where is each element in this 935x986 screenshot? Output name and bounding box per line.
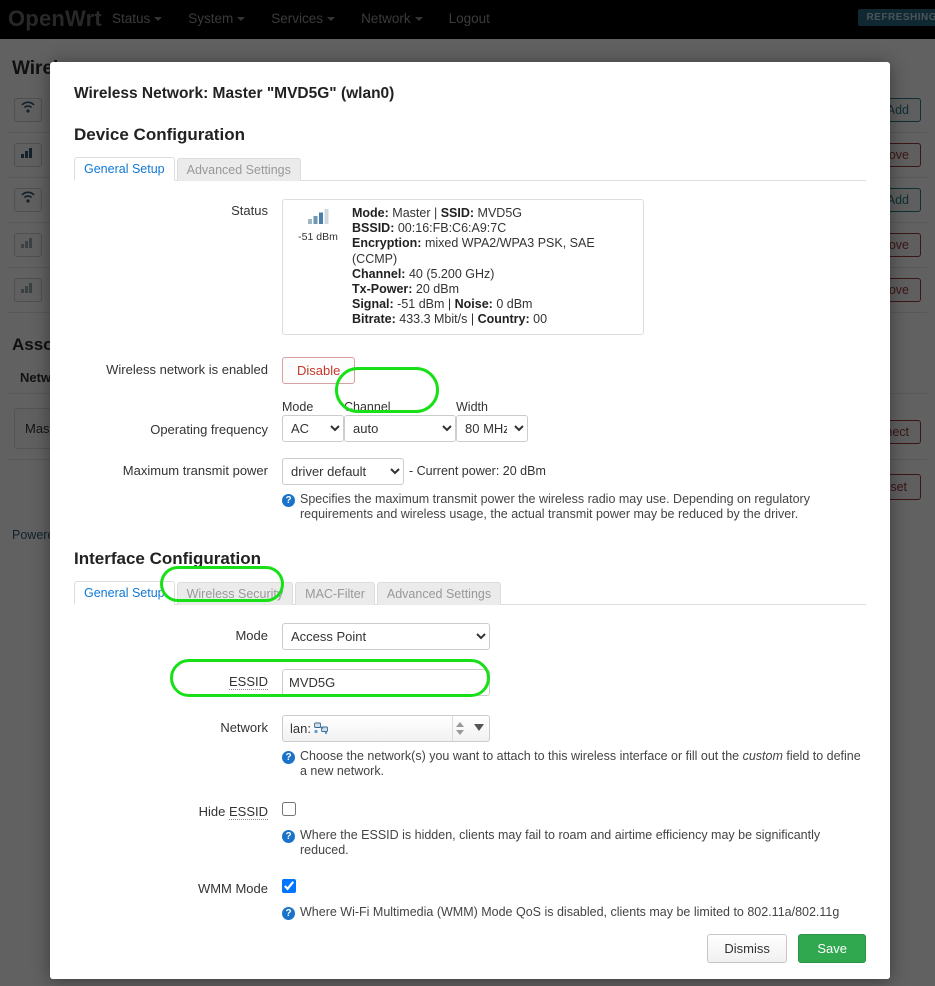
help-icon[interactable]: ?	[282, 829, 295, 843]
dismiss-button[interactable]: Dismiss	[707, 934, 787, 963]
channel-label: Channel	[344, 399, 391, 414]
wmm-mode-checkbox[interactable]	[282, 878, 296, 893]
status-line-mode: Mode: Master | SSID: MVD5G	[352, 206, 522, 220]
width-label: Width	[456, 399, 488, 414]
network-value: lan:	[290, 720, 311, 736]
essid-label: ESSID	[228, 673, 268, 690]
device-configuration-title: Device Configuration	[74, 125, 245, 144]
save-button[interactable]: Save	[798, 934, 866, 963]
frequency-mode-select[interactable]: AC	[282, 414, 344, 442]
max-transmit-power-label: Maximum transmit power	[122, 462, 268, 478]
disable-button[interactable]: Disable	[282, 356, 356, 384]
mode-label: Mode	[282, 399, 314, 414]
wireless-config-modal: Wireless Network: Master "MVD5G" (wlan0)…	[50, 62, 890, 979]
modal-footer: Dismiss Save	[50, 920, 890, 979]
signal-bars-icon	[308, 209, 329, 224]
network-label: Network	[220, 719, 268, 735]
current-power-text: - Current power: 20 dBm	[409, 464, 546, 479]
tab-mac-filter[interactable]: MAC-Filter	[295, 581, 375, 605]
channel-width-select[interactable]: 80 MHz	[456, 414, 528, 442]
tab-interface-advanced-settings[interactable]: Advanced Settings	[376, 581, 502, 605]
essid-input[interactable]	[282, 668, 490, 696]
status-line-channel: Channel: 40 (5.200 GHz)	[352, 266, 495, 281]
interface-mode-select[interactable]: Access Point	[282, 622, 490, 650]
status-line-bitrate: Bitrate: 433.3 Mbit/s | Country: 00	[352, 312, 548, 327]
network-computers-icon	[314, 722, 328, 734]
channel-select[interactable]: auto	[344, 414, 456, 442]
hide-essid-hint: Where the ESSID is hidden, clients may f…	[300, 827, 821, 858]
network-hint: Choose the network(s) you want to attach…	[300, 748, 861, 779]
tab-interface-general-setup[interactable]: General Setup	[74, 580, 175, 605]
status-line-txpower: Tx-Power: 20 dBm	[352, 282, 460, 297]
status-label: Status	[231, 203, 268, 218]
help-icon[interactable]: ?	[282, 906, 295, 920]
signal-indicator: -51 dBm	[292, 206, 344, 328]
interface-configuration-title: Interface Configuration	[74, 548, 262, 568]
modal-title: Wireless Network: Master "MVD5G" (wlan0)	[74, 85, 395, 102]
network-spinner[interactable]	[452, 715, 467, 741]
operating-frequency-label: Operating frequency	[150, 421, 268, 437]
status-details: Mode: Master | SSID: MVD5G BSSID: 00:16:…	[352, 206, 634, 328]
interface-tabs: General Setup Wireless Security MAC-Filt…	[74, 579, 866, 605]
tab-device-general-setup[interactable]: General Setup	[74, 157, 175, 181]
chevron-down-icon	[456, 729, 464, 735]
status-line-encryption: Encryption: mixed WPA2/WPA3 PSK, SAE (CC…	[352, 236, 595, 266]
help-icon[interactable]: ?	[282, 493, 295, 507]
hide-essid-label: Hide ESSID	[198, 803, 268, 820]
tab-device-advanced-settings[interactable]: Advanced Settings	[176, 158, 301, 181]
help-icon[interactable]: ?	[282, 750, 295, 764]
wireless-enabled-label: Wireless network is enabled	[106, 361, 268, 377]
operating-frequency-controls: Mode AC Channel auto Width 80 MHz	[282, 400, 866, 442]
transmit-power-select[interactable]: driver default	[282, 457, 404, 485]
hide-essid-checkbox[interactable]	[282, 801, 296, 816]
interface-mode-label: Mode	[235, 627, 268, 643]
transmit-power-hint: Specifies the maximum transmit power the…	[300, 491, 810, 522]
signal-dbm-value: -51 dBm	[298, 231, 338, 243]
status-line-bssid: BSSID: 00:16:FB:C6:A9:7C	[352, 221, 507, 236]
chevron-up-icon	[456, 721, 464, 727]
status-box: -51 dBm Mode: Master | SSID: MVD5G BSSID…	[282, 199, 644, 335]
tab-wireless-security[interactable]: Wireless Security	[176, 581, 294, 605]
network-combobox[interactable]: lan:	[282, 714, 490, 742]
device-tabs: General Setup Advanced Settings	[74, 155, 866, 181]
status-line-signal: Signal: -51 dBm | Noise: 0 dBm	[352, 297, 533, 312]
wmm-mode-label: WMM Mode	[197, 880, 268, 896]
dropdown-caret-icon[interactable]	[474, 723, 484, 731]
